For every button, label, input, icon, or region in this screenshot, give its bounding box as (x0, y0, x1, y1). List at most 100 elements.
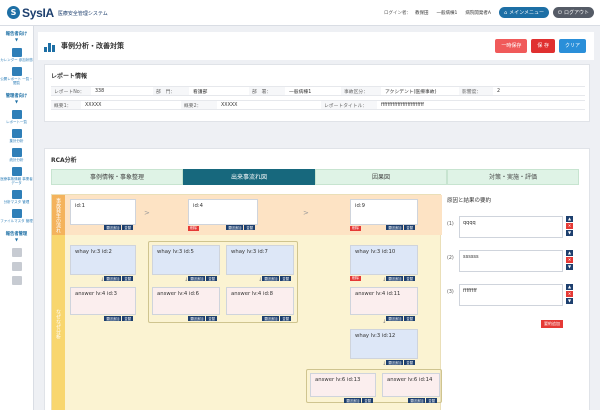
folder-icon (11, 209, 22, 218)
sidebar-item-label: 医療事故情報 事業者データ (0, 177, 33, 185)
rca-title: RCA分析 (51, 157, 77, 164)
summary-number: (3) (447, 290, 454, 295)
chevron-down-icon: ▼ (14, 99, 19, 104)
sidebar-item-statistics[interactable]: 統計分析 (0, 148, 33, 162)
sort-button[interactable]: 並替 (206, 316, 217, 321)
app-subtitle: 医療安全管理システム (57, 11, 108, 17)
move-down-icon[interactable]: ▼ (566, 264, 573, 270)
why-card-7[interactable]: whay lv:3 id:7 要因追加 並替 (226, 245, 294, 281)
card-text: answer lv:6 id:14 (387, 377, 433, 383)
sort-button[interactable]: 並替 (404, 276, 415, 281)
add-cause-button[interactable]: 要因追加 (344, 398, 362, 403)
answer-card-8[interactable]: answer lv:4 id:8 要因追加 並替 (226, 287, 294, 321)
sidebar-item-accident-data[interactable]: 医療事故情報 事業者データ (0, 167, 33, 185)
summary-title: 原因と結果の要約 (447, 198, 492, 204)
tab-countermeasure[interactable]: 対策・実施・評価 (447, 169, 579, 185)
department-label: 部 門： (153, 87, 189, 95)
sidebar-item-report-list[interactable]: レポート一覧 (0, 110, 33, 124)
sidebar-item-aggregate[interactable]: 集計分析 (0, 129, 33, 143)
sidebar-item-label: ファイルマスタ 管理 (0, 219, 33, 223)
save-button[interactable]: 保 存 (531, 39, 555, 53)
row-label-flow: 事故発生の流れ (52, 195, 65, 235)
answer-card-6[interactable]: answer lv:4 id:6 要因追加 並替 (152, 287, 220, 321)
tab-case-info[interactable]: 事例情報・事象整理 (51, 169, 183, 185)
sidebar-item-analysis-master[interactable]: 分析マスタ 管理 (0, 190, 33, 204)
logout-label: ログアウト (563, 10, 589, 16)
sort-button[interactable]: 並替 (280, 276, 291, 281)
sidebar-item-file-master[interactable]: ファイルマスタ 管理 (0, 209, 33, 223)
main-menu-button[interactable]: ⌂ メインメニュー (498, 7, 550, 18)
add-cause-button[interactable]: 要因追加 (386, 276, 404, 281)
sort-button[interactable]: 並替 (244, 225, 255, 230)
sort-button[interactable]: 並替 (404, 316, 415, 321)
summary-number: (2) (447, 256, 454, 261)
card-text: answer lv:4 id:11 (355, 291, 401, 297)
move-up-icon[interactable]: ▲ (566, 284, 573, 290)
answer-card-11[interactable]: answer lv:4 id:11 要因追加 並替 (350, 287, 418, 321)
temp-save-button[interactable]: 一時保存 (495, 39, 528, 53)
why-card-2[interactable]: whay lv:3 id:2 要因追加 並替 (70, 245, 136, 281)
page-titlebar: 事例分析・改善対策 一時保存 保 存 クリア (38, 32, 594, 60)
delete-icon[interactable]: ✕ (566, 223, 573, 229)
report-no-label: レポートNo： (51, 87, 91, 95)
add-cause-button[interactable]: 要因追加 (408, 398, 426, 403)
sidebar-item-calendar[interactable]: カレンダー 参加状態 (0, 48, 33, 62)
add-cause-button[interactable]: 要因追加 (104, 316, 122, 321)
clear-button[interactable]: クリア (558, 39, 586, 53)
add-cause-button[interactable]: 要因追加 (386, 360, 404, 365)
delete-button[interactable]: 削除 (350, 226, 361, 231)
move-up-icon[interactable]: ▲ (566, 250, 573, 256)
add-summary-button[interactable]: 要約追加 (541, 320, 563, 328)
move-down-icon[interactable]: ▼ (566, 230, 573, 236)
add-cause-button[interactable]: 要因追加 (188, 316, 206, 321)
sidebar-item-public-reports[interactable]: 公開レポート 一覧・閲覧 (0, 67, 33, 85)
sort-button[interactable]: 並替 (122, 316, 133, 321)
delete-button[interactable]: 削除 (350, 276, 361, 281)
event-card-1[interactable]: id:1 要因追加 並替 (70, 199, 136, 230)
why-card-12[interactable]: whay lv:3 id:12 要因追加 並替 (350, 329, 418, 365)
sort-button[interactable]: 並替 (122, 225, 133, 230)
add-cause-button[interactable]: 要因追加 (104, 276, 122, 281)
add-cause-button[interactable]: 要因追加 (386, 316, 404, 321)
delete-icon[interactable]: ✕ (566, 257, 573, 263)
move-down-icon[interactable]: ▼ (566, 298, 573, 304)
delete-icon[interactable]: ✕ (566, 291, 573, 297)
move-up-icon[interactable]: ▲ (566, 216, 573, 222)
summary-textarea-2[interactable]: ssssss (459, 250, 563, 272)
sidebar-item-label: 集計分析 (9, 139, 24, 143)
event-card-4[interactable]: id:4 削除 要因追加 並替 (188, 199, 258, 231)
why-card-5[interactable]: whay lv:3 id:5 要因追加 並替 (152, 245, 220, 281)
sort-button[interactable]: 並替 (426, 398, 437, 403)
summary-textarea-1[interactable]: qqqq (459, 216, 563, 238)
login-label: ログイン者： (384, 10, 412, 16)
answer-card-13[interactable]: answer lv:6 id:13 要因追加 並替 (310, 373, 376, 403)
sort-button[interactable]: 並替 (362, 398, 373, 403)
sort-button[interactable]: 並替 (404, 360, 415, 365)
arrow-down-icon: ↓ (100, 277, 105, 283)
add-cause-button[interactable]: 要因追加 (104, 225, 122, 230)
add-cause-button[interactable]: 要因追加 (188, 276, 206, 281)
add-cause-button[interactable]: 要因追加 (262, 276, 280, 281)
user-icon (11, 248, 22, 257)
why-card-10[interactable]: whay lv:3 id:10 削除 要因追加 並替 (350, 245, 418, 281)
event-card-9[interactable]: id:9 削除 要因追加 並替 (350, 199, 418, 231)
cause-summary-panel: 原因と結果の要約 (1) qqqq ▲ ✕ ▼ (2) ssssss ▲ ✕ ▼ (3)… (443, 194, 581, 410)
sidebar-item-label: 統計分析 (9, 158, 24, 162)
add-cause-button[interactable]: 要因追加 (226, 225, 244, 230)
logout-button[interactable]: ⏻ ログアウト (553, 7, 594, 18)
sort-button[interactable]: 並替 (404, 225, 415, 230)
answer-card-14[interactable]: answer lv:6 id:14 要因追加 並替 (382, 373, 440, 403)
summary-number: (1) (447, 222, 454, 227)
unit-value: 一般病棟1 (289, 89, 312, 95)
sort-button[interactable]: 並替 (206, 276, 217, 281)
card-text: whay lv:3 id:7 (231, 249, 268, 255)
tab-event-flow[interactable]: 出来事流れ図 (183, 169, 315, 185)
answer-card-3[interactable]: answer lv:4 id:3 要因追加 並替 (70, 287, 136, 321)
tab-cause-diagram[interactable]: 因果図 (315, 169, 447, 185)
delete-button[interactable]: 削除 (188, 226, 199, 231)
add-cause-button[interactable]: 要因追加 (262, 316, 280, 321)
sort-button[interactable]: 並替 (280, 316, 291, 321)
sort-button[interactable]: 並替 (122, 276, 133, 281)
summary-textarea-3[interactable]: ffffffff (459, 284, 563, 306)
add-cause-button[interactable]: 要因追加 (386, 225, 404, 230)
